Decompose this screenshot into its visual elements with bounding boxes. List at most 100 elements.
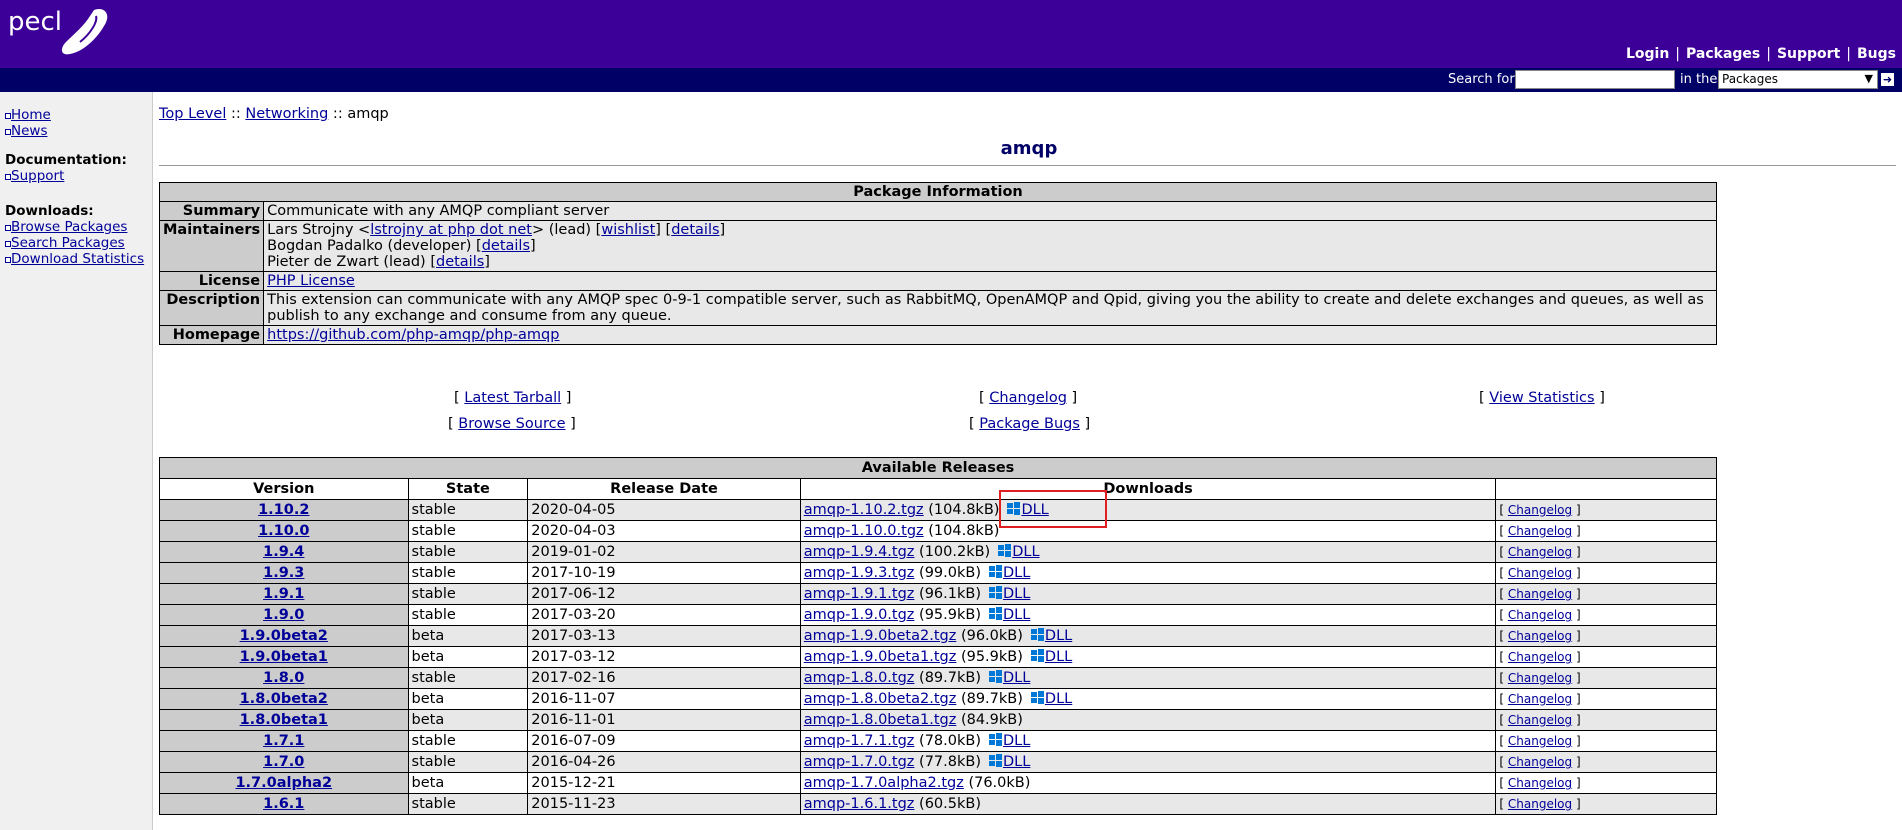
version-link[interactable]: 1.7.0 bbox=[263, 754, 304, 770]
sidebar-home-link[interactable]: Home bbox=[11, 107, 51, 123]
changelog-link[interactable]: Changelog bbox=[989, 390, 1067, 406]
wishlist-link[interactable]: wishlist bbox=[601, 222, 655, 238]
pecl-logo[interactable]: pecl bbox=[6, 4, 110, 60]
version-link[interactable]: 1.8.0 bbox=[263, 670, 304, 686]
description-label: Description bbox=[158, 290, 265, 326]
version-link[interactable]: 1.6.1 bbox=[263, 796, 304, 812]
release-date: 2016-07-09 bbox=[527, 730, 801, 752]
changelog-item: [ Changelog ] bbox=[979, 390, 1078, 406]
version-link[interactable]: 1.9.0 bbox=[263, 607, 304, 623]
version-link[interactable]: 1.9.0beta2 bbox=[240, 628, 328, 644]
dll-link[interactable]: DLL bbox=[1045, 649, 1072, 665]
version-link[interactable]: 1.9.0beta1 bbox=[240, 649, 328, 665]
release-changelog-cell: [ Changelog ] bbox=[1495, 709, 1717, 731]
version-link[interactable]: 1.7.1 bbox=[263, 733, 304, 749]
dll-link[interactable]: DLL bbox=[1003, 733, 1030, 749]
sidebar-browse-packages-link[interactable]: Browse Packages bbox=[11, 219, 127, 235]
tarball-link[interactable]: amqp-1.8.0beta2.tgz bbox=[804, 691, 957, 707]
search-bar: Search for in the Packages ▼ ➜ bbox=[0, 68, 1902, 92]
release-state: stable bbox=[407, 751, 529, 773]
dll-link[interactable]: DLL bbox=[1003, 586, 1030, 602]
release-changelog-link[interactable]: Changelog bbox=[1508, 608, 1572, 622]
dll-link[interactable]: DLL bbox=[1003, 607, 1030, 623]
latest-tarball-link[interactable]: Latest Tarball bbox=[464, 390, 561, 406]
version-link[interactable]: 1.10.0 bbox=[258, 523, 309, 539]
release-changelog-link[interactable]: Changelog bbox=[1508, 734, 1572, 748]
dll-link[interactable]: DLL bbox=[1003, 670, 1030, 686]
dll-link[interactable]: DLL bbox=[1003, 565, 1030, 581]
sidebar-search-packages-link[interactable]: Search Packages bbox=[11, 235, 125, 251]
breadcrumb-top-level-link[interactable]: Top Level bbox=[159, 106, 226, 122]
release-changelog-link[interactable]: Changelog bbox=[1508, 671, 1572, 685]
breadcrumb-networking-link[interactable]: Networking bbox=[245, 106, 328, 122]
package-bugs-link[interactable]: Package Bugs bbox=[979, 416, 1080, 432]
release-changelog-cell: [ Changelog ] bbox=[1495, 646, 1717, 668]
nav-packages-link[interactable]: Packages bbox=[1686, 46, 1760, 62]
search-scope-select[interactable]: Packages ▼ bbox=[1718, 70, 1878, 89]
release-changelog-link[interactable]: Changelog bbox=[1508, 503, 1572, 517]
tarball-link[interactable]: amqp-1.7.0.tgz bbox=[804, 754, 915, 770]
release-changelog-link[interactable]: Changelog bbox=[1508, 629, 1572, 643]
nav-support-link[interactable]: Support bbox=[1777, 46, 1840, 62]
sidebar-news-link[interactable]: News bbox=[11, 123, 47, 139]
search-go-button[interactable]: ➜ bbox=[1881, 73, 1894, 86]
release-changelog-link[interactable]: Changelog bbox=[1508, 566, 1572, 580]
breadcrumb-separator: :: bbox=[328, 106, 348, 122]
version-link[interactable]: 1.8.0beta1 bbox=[240, 712, 328, 728]
search-input[interactable] bbox=[1515, 70, 1675, 89]
tarball-link[interactable]: amqp-1.6.1.tgz bbox=[804, 796, 915, 812]
release-changelog-link[interactable]: Changelog bbox=[1508, 755, 1572, 769]
tarball-link[interactable]: amqp-1.8.0beta1.tgz bbox=[804, 712, 957, 728]
release-changelog-link[interactable]: Changelog bbox=[1508, 692, 1572, 706]
details-link[interactable]: details bbox=[671, 222, 719, 238]
homepage-link[interactable]: https://github.com/php-amqp/php-amqp bbox=[267, 327, 559, 343]
dll-link[interactable]: DLL bbox=[1021, 502, 1048, 518]
tarball-link[interactable]: amqp-1.7.0alpha2.tgz bbox=[804, 775, 964, 791]
release-changelog-link[interactable]: Changelog bbox=[1508, 545, 1572, 559]
license-link[interactable]: PHP License bbox=[267, 273, 355, 289]
release-changelog-link[interactable]: Changelog bbox=[1508, 524, 1572, 538]
version-link[interactable]: 1.9.1 bbox=[263, 586, 304, 602]
svg-text:pecl: pecl bbox=[8, 7, 62, 37]
maintainer-name: Lars Strojny < bbox=[267, 222, 371, 238]
view-statistics-item: [ View Statistics ] bbox=[1479, 390, 1605, 406]
windows-icon bbox=[1030, 648, 1044, 662]
view-statistics-link[interactable]: View Statistics bbox=[1489, 390, 1594, 406]
maintainers-label: Maintainers bbox=[158, 220, 265, 272]
details-link[interactable]: details bbox=[482, 238, 530, 254]
dll-link[interactable]: DLL bbox=[1012, 544, 1039, 560]
tarball-link[interactable]: amqp-1.10.0.tgz bbox=[804, 523, 924, 539]
nav-bugs-link[interactable]: Bugs bbox=[1857, 46, 1896, 62]
version-link[interactable]: 1.8.0beta2 bbox=[240, 691, 328, 707]
tarball-link[interactable]: amqp-1.9.0.tgz bbox=[804, 607, 915, 623]
sidebar-support-link[interactable]: Support bbox=[11, 168, 64, 184]
version-link[interactable]: 1.7.0alpha2 bbox=[235, 775, 332, 791]
version-link[interactable]: 1.9.4 bbox=[263, 544, 304, 560]
release-changelog-link[interactable]: Changelog bbox=[1508, 587, 1572, 601]
nav-login-link[interactable]: Login bbox=[1626, 46, 1669, 62]
release-changelog-link[interactable]: Changelog bbox=[1508, 713, 1572, 727]
version-link[interactable]: 1.10.2 bbox=[258, 502, 309, 518]
tarball-link[interactable]: amqp-1.7.1.tgz bbox=[804, 733, 915, 749]
tarball-link[interactable]: amqp-1.9.0beta2.tgz bbox=[804, 628, 957, 644]
dll-link[interactable]: DLL bbox=[1045, 691, 1072, 707]
release-downloads: amqp-1.9.3.tgz (99.0kB) DLL bbox=[799, 562, 1497, 584]
maintainer-email-link[interactable]: lstrojny at php dot net bbox=[370, 222, 532, 238]
available-releases-caption: Available Releases bbox=[159, 457, 1717, 479]
release-changelog-link[interactable]: Changelog bbox=[1508, 650, 1572, 664]
sidebar-download-statistics-link[interactable]: Download Statistics bbox=[11, 251, 144, 267]
tarball-link[interactable]: amqp-1.9.3.tgz bbox=[804, 565, 915, 581]
release-changelog-link[interactable]: Changelog bbox=[1508, 797, 1572, 811]
tarball-link[interactable]: amqp-1.9.1.tgz bbox=[804, 586, 915, 602]
tarball-link[interactable]: amqp-1.10.2.tgz bbox=[804, 502, 924, 518]
version-link[interactable]: 1.9.3 bbox=[263, 565, 304, 581]
tarball-link[interactable]: amqp-1.9.4.tgz bbox=[804, 544, 915, 560]
tarball-link[interactable]: amqp-1.9.0beta1.tgz bbox=[804, 649, 957, 665]
details-link[interactable]: details bbox=[436, 254, 484, 270]
browse-source-link[interactable]: Browse Source bbox=[458, 416, 565, 432]
dll-link[interactable]: DLL bbox=[1003, 754, 1030, 770]
release-changelog-link[interactable]: Changelog bbox=[1508, 776, 1572, 790]
tarball-link[interactable]: amqp-1.8.0.tgz bbox=[804, 670, 915, 686]
dll-link[interactable]: DLL bbox=[1045, 628, 1072, 644]
license-label: License bbox=[158, 271, 265, 291]
